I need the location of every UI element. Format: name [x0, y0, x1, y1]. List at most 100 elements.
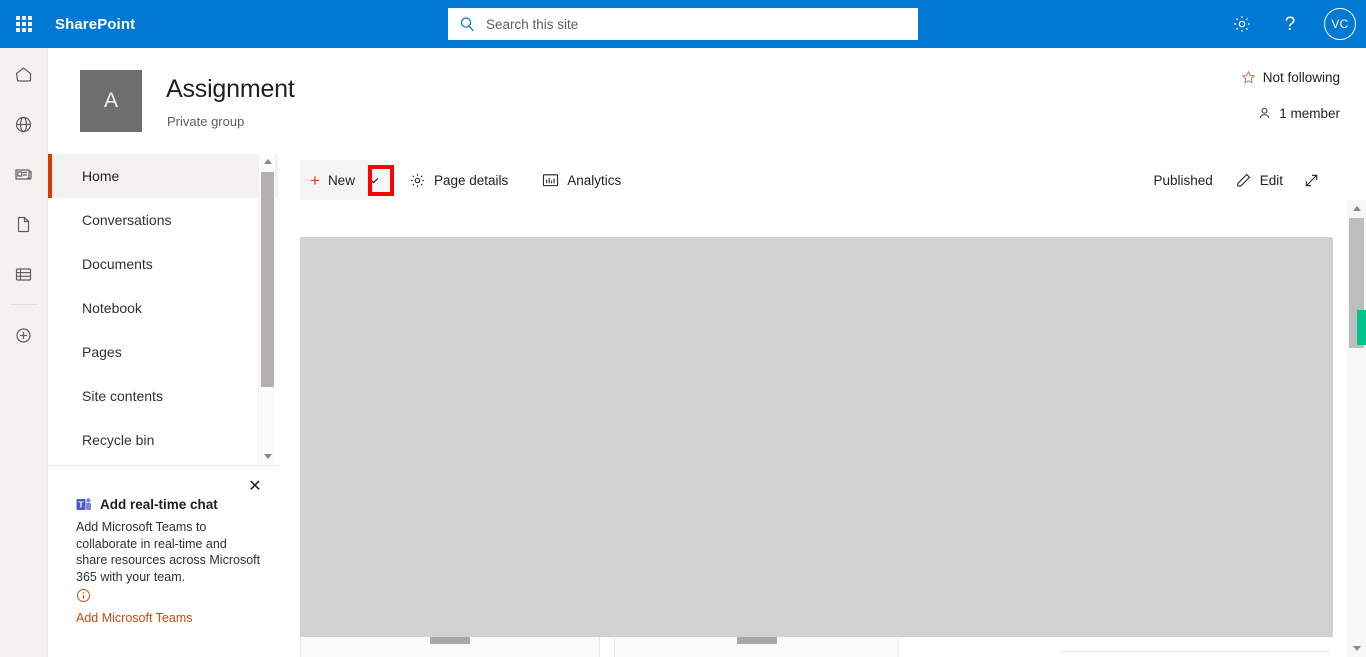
- nav-item-documents[interactable]: Documents: [48, 242, 278, 286]
- navigation-scrollbar-thumb[interactable]: [261, 172, 274, 387]
- members-button[interactable]: 1 member: [1257, 106, 1340, 121]
- gear-icon: [1234, 16, 1250, 32]
- site-header: A Assignment Private group Not following: [48, 48, 1366, 154]
- section-handle-icon[interactable]: [736, 637, 777, 644]
- analytics-button[interactable]: Analytics: [532, 160, 631, 200]
- rail-item-files[interactable]: [0, 200, 48, 248]
- nav-item-label: Home: [82, 168, 120, 184]
- nav-item-label: Conversations: [82, 212, 172, 228]
- command-bar: + New Page details Analytics Published E…: [300, 160, 1334, 200]
- scrollbar-position-marker: [1357, 310, 1366, 345]
- nav-item-conversations[interactable]: Conversations: [48, 198, 278, 242]
- suite-actions: ? VC: [1218, 0, 1366, 48]
- page-details-button[interactable]: Page details: [399, 160, 518, 200]
- plus-icon: +: [310, 170, 320, 190]
- nav-item-label: Recycle bin: [82, 432, 155, 448]
- chevron-down-icon: [369, 177, 379, 183]
- section-divider: [1060, 651, 1330, 652]
- star-icon: [1241, 70, 1255, 84]
- new-button[interactable]: + New: [300, 160, 389, 200]
- avatar: VC: [1324, 8, 1356, 40]
- new-button-label: New: [327, 172, 355, 188]
- site-navigation: Home Conversations Documents Notebook Pa…: [48, 154, 278, 464]
- waffle-icon: [16, 16, 32, 32]
- rail-item-lists[interactable]: [0, 250, 48, 298]
- search-icon: [448, 16, 486, 33]
- site-subtitle: Private group: [167, 114, 245, 129]
- nav-item-notebook[interactable]: Notebook: [48, 286, 278, 330]
- teams-promo-body: Add Microsoft Teams to collaborate in re…: [76, 520, 261, 584]
- rail-item-create[interactable]: [0, 311, 48, 359]
- close-icon[interactable]: ✕: [243, 474, 267, 498]
- page-section-column-1[interactable]: [300, 637, 600, 657]
- sharepoint-brand-link[interactable]: SharePoint: [55, 16, 135, 33]
- section-handle-icon[interactable]: [430, 637, 470, 644]
- nav-item-recycle-bin[interactable]: Recycle bin: [48, 418, 278, 462]
- search-box[interactable]: [448, 8, 918, 40]
- teams-promo-card: ✕ T Add real-time chat Add Microsoft Tea…: [48, 465, 278, 657]
- expand-icon: [1305, 174, 1318, 186]
- teams-promo-title: Add real-time chat: [100, 497, 218, 512]
- rail-item-news[interactable]: [0, 150, 48, 198]
- app-launcher-button[interactable]: [0, 0, 48, 48]
- news-icon: [15, 168, 32, 180]
- teams-icon: T: [76, 497, 93, 512]
- account-button[interactable]: VC: [1314, 0, 1366, 48]
- scroll-down-arrow-icon[interactable]: [259, 449, 276, 464]
- page-scrollbar[interactable]: [1347, 200, 1366, 657]
- site-logo: A: [80, 70, 142, 132]
- site-header-actions: Not following 1 member: [1120, 70, 1340, 126]
- add-microsoft-teams-link[interactable]: Add Microsoft Teams: [76, 611, 192, 625]
- nav-item-site-contents[interactable]: Site contents: [48, 374, 278, 418]
- help-button[interactable]: ?: [1266, 0, 1314, 48]
- suite-header: SharePoint ? VC: [0, 0, 1366, 48]
- page-scroll-down-arrow-icon[interactable]: [1347, 640, 1366, 657]
- page-scroll-up-arrow-icon[interactable]: [1347, 200, 1366, 217]
- navigation-scrollbar[interactable]: [258, 154, 275, 464]
- teams-promo-heading: T Add real-time chat: [76, 497, 218, 512]
- nav-item-label: Documents: [82, 256, 153, 272]
- page-section-column-3[interactable]: [904, 637, 1334, 657]
- new-dropdown-chevron[interactable]: [363, 165, 385, 195]
- page-sections: [300, 637, 1334, 657]
- nav-item-label: Notebook: [82, 300, 142, 316]
- settings-button[interactable]: [1218, 0, 1266, 48]
- nav-item-label: Pages: [82, 344, 122, 360]
- app-rail: [0, 48, 48, 657]
- canvas-right-gutter: [1333, 200, 1347, 657]
- page-section-column-2[interactable]: [614, 637, 899, 657]
- members-label: 1 member: [1279, 106, 1340, 121]
- document-icon: [17, 216, 30, 232]
- page-canvas-placeholder: [300, 237, 1334, 637]
- svg-text:T: T: [79, 501, 84, 510]
- rail-divider: [9, 304, 38, 305]
- rail-item-home[interactable]: [0, 50, 48, 98]
- info-icon[interactable]: [76, 588, 92, 604]
- analytics-icon: [543, 174, 559, 187]
- site-title[interactable]: Assignment: [166, 75, 295, 104]
- command-bar-right: Published Edit: [1141, 160, 1334, 200]
- nav-item-home[interactable]: Home: [48, 154, 278, 198]
- scroll-up-arrow-icon[interactable]: [259, 154, 276, 169]
- follow-label: Not following: [1262, 70, 1340, 85]
- nav-item-pages[interactable]: Pages: [48, 330, 278, 374]
- plus-circle-icon: [16, 327, 31, 343]
- publish-status: Published: [1153, 172, 1213, 188]
- gear-icon: [410, 173, 425, 187]
- pencil-icon: [1237, 173, 1251, 187]
- analytics-label: Analytics: [567, 172, 622, 188]
- sharepoint-page: SharePoint ? VC: [0, 0, 1366, 657]
- home-icon: [15, 66, 32, 82]
- page-details-label: Page details: [433, 172, 509, 188]
- person-icon: [1260, 107, 1270, 118]
- edit-label: Edit: [1259, 172, 1283, 188]
- nav-item-label: Site contents: [82, 388, 163, 404]
- edit-button[interactable]: Edit: [1225, 160, 1293, 200]
- follow-button[interactable]: Not following: [1241, 70, 1340, 85]
- rail-item-global[interactable]: [0, 100, 48, 148]
- search-input[interactable]: [486, 9, 908, 39]
- globe-icon: [15, 116, 32, 132]
- lists-icon: [15, 267, 32, 281]
- full-screen-button[interactable]: [1293, 160, 1334, 200]
- help-icon: ?: [1284, 13, 1296, 35]
